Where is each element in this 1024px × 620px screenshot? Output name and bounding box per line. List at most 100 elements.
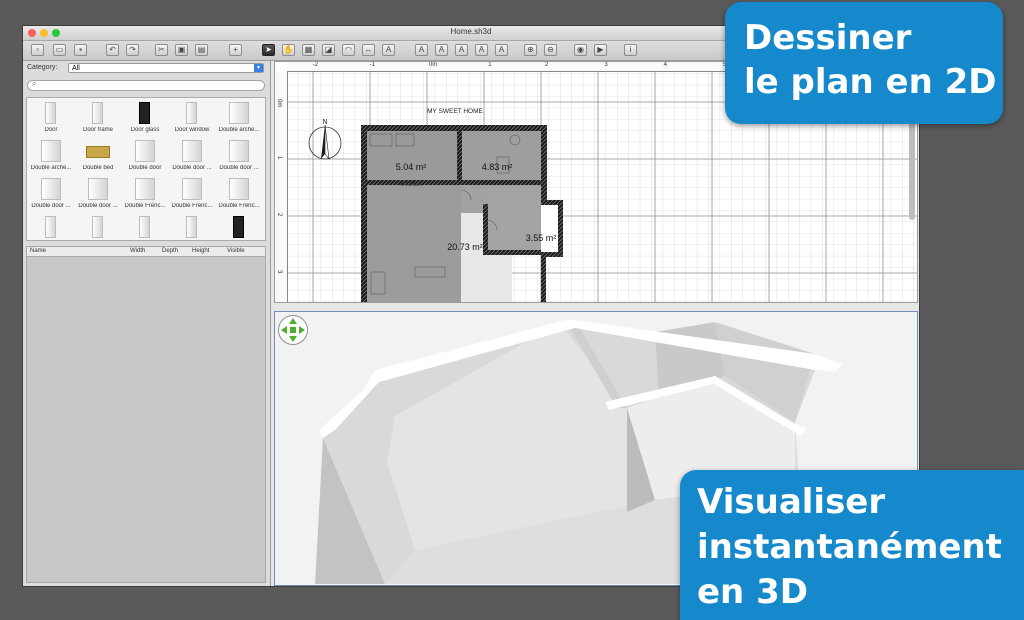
callout-line: Visualiser — [697, 482, 886, 522]
catalog-item-label: Double door ... — [31, 203, 71, 209]
furniture-thumbnail-icon — [92, 216, 103, 238]
room-area-living: 20.73 m² — [447, 242, 483, 252]
catalog-item[interactable]: Double Frenc... — [216, 176, 262, 212]
create-photo-button[interactable]: ◉ — [574, 44, 587, 56]
double-arch-door-icon — [41, 140, 61, 162]
catalog-item[interactable] — [122, 214, 168, 240]
column-name[interactable]: Name — [30, 248, 46, 254]
catalog-item[interactable]: Double door ... — [169, 138, 215, 174]
category-label: Category: — [27, 64, 58, 71]
catalog-item[interactable]: Double arche... — [28, 138, 74, 174]
help-button[interactable]: i — [624, 44, 637, 56]
copy-button[interactable]: ▣ — [175, 44, 188, 56]
left-pane: Category: All ▾ ⌕ Door Door frame Door gla… — [23, 61, 271, 586]
compass-north-label: N — [322, 119, 327, 126]
double-door-icon — [182, 140, 202, 162]
catalog-item-label: Double door ... — [219, 165, 259, 171]
catalog-item-label: Double arche... — [30, 165, 72, 171]
catalog-item[interactable]: Double Frenc... — [122, 176, 168, 212]
catalog-item-label: Double Frenc... — [124, 203, 166, 209]
catalog-item-label: Double door ... — [78, 203, 118, 209]
create-dimensions-button[interactable]: ↔ — [362, 44, 375, 56]
bold-text-button[interactable]: A — [475, 44, 488, 56]
search-icon: ⌕ — [32, 79, 37, 88]
visualize-3d-callout: Visualiser instantanément en 3D — [680, 470, 1024, 620]
catalog-item[interactable] — [28, 214, 74, 240]
catalog-item[interactable]: Door glass — [122, 100, 168, 136]
door-glass-icon — [139, 102, 150, 124]
catalog-item[interactable] — [169, 214, 215, 240]
double-door-icon — [41, 178, 61, 200]
select-mode-button[interactable]: ➤ — [262, 44, 275, 56]
french-door-icon — [182, 178, 202, 200]
furniture-thumbnail-icon — [45, 216, 56, 238]
catalog-item-label: Double bed — [82, 165, 114, 171]
increase-text-button[interactable]: A — [435, 44, 448, 56]
new-home-button[interactable]: ▫ — [31, 44, 44, 56]
catalog-item-label: Door frame — [82, 127, 113, 133]
catalog-item[interactable]: Double door — [122, 138, 168, 174]
double-door-icon — [229, 140, 249, 162]
save-button[interactable]: ▪ — [74, 44, 87, 56]
catalog-item-label: Double door ... — [172, 165, 212, 171]
furniture-thumbnail-icon — [233, 216, 244, 238]
category-select[interactable]: All ▾ — [68, 63, 264, 73]
create-polylines-button[interactable]: ◠ — [342, 44, 355, 56]
column-width[interactable]: Width — [130, 248, 145, 254]
double-door-icon — [135, 140, 155, 162]
catalog-item[interactable]: Door frame — [75, 100, 121, 136]
undo-button[interactable]: ↶ — [106, 44, 119, 56]
search-input[interactable]: ⌕ — [27, 79, 265, 91]
catalog-item[interactable]: Double door ... — [75, 176, 121, 212]
catalog-item[interactable] — [216, 214, 262, 240]
catalog-item-label: Door — [44, 127, 58, 133]
callout-line: instantanément — [697, 527, 1002, 567]
catalog-item[interactable]: Door window — [169, 100, 215, 136]
catalog-item[interactable]: Double bed — [75, 138, 121, 174]
navigation-arrows-icon[interactable] — [278, 315, 308, 345]
zoom-out-button[interactable]: ⊖ — [544, 44, 557, 56]
room-area-small: 3.55 m² — [526, 233, 557, 243]
paste-button[interactable]: ▤ — [195, 44, 208, 56]
french-door-icon — [229, 178, 249, 200]
add-furniture-button[interactable]: + — [229, 44, 242, 56]
catalog-item[interactable]: Double door ... — [28, 176, 74, 212]
redo-button[interactable]: ↷ — [126, 44, 139, 56]
zoom-in-button[interactable]: ⊕ — [524, 44, 537, 56]
door-window-icon — [186, 102, 197, 124]
catalog-item-label: Double door — [128, 165, 162, 171]
double-bed-icon — [86, 146, 110, 158]
column-visible[interactable]: Visible — [227, 248, 245, 254]
catalog-item[interactable]: Double Frenc... — [169, 176, 215, 212]
catalog-item-label: Double Frenc... — [218, 203, 260, 209]
double-door-icon — [88, 178, 108, 200]
room-area-kitchen: 5.04 m² — [396, 162, 427, 172]
furniture-list[interactable] — [26, 256, 266, 583]
text-style-button[interactable]: A — [415, 44, 428, 56]
open-button[interactable]: ▭ — [53, 44, 66, 56]
furniture-thumbnail-icon — [186, 216, 197, 238]
chevron-down-icon: ▾ — [254, 64, 263, 72]
create-video-button[interactable]: ▶ — [594, 44, 607, 56]
add-text-button[interactable]: A — [382, 44, 395, 56]
catalog-item[interactable]: Door — [28, 100, 74, 136]
catalog-item[interactable] — [75, 214, 121, 240]
callout-line: le plan en 2D — [744, 62, 997, 102]
catalog-item[interactable]: Double door ... — [216, 138, 262, 174]
column-height[interactable]: Height — [192, 248, 209, 254]
catalog-item-label: Door window — [174, 127, 210, 133]
furniture-catalog: Door Door frame Door glass Door window Doubl… — [26, 97, 266, 241]
draw-plan-callout: Dessiner le plan en 2D — [725, 2, 1003, 124]
catalog-item[interactable]: Double arche... — [216, 100, 262, 136]
column-depth[interactable]: Depth — [162, 248, 178, 254]
home-name-label: MY SWEET HOME — [427, 108, 483, 115]
room-name-kitchen: KITCHEN — [400, 182, 422, 188]
create-walls-button[interactable]: ▦ — [302, 44, 315, 56]
decrease-text-button[interactable]: A — [455, 44, 468, 56]
cut-button[interactable]: ✂ — [155, 44, 168, 56]
create-rooms-button[interactable]: ◪ — [322, 44, 335, 56]
double-arch-door-icon — [229, 102, 249, 124]
pan-mode-button[interactable]: ✋ — [282, 44, 295, 56]
italic-text-button[interactable]: A — [495, 44, 508, 56]
door-frame-icon — [92, 102, 103, 124]
